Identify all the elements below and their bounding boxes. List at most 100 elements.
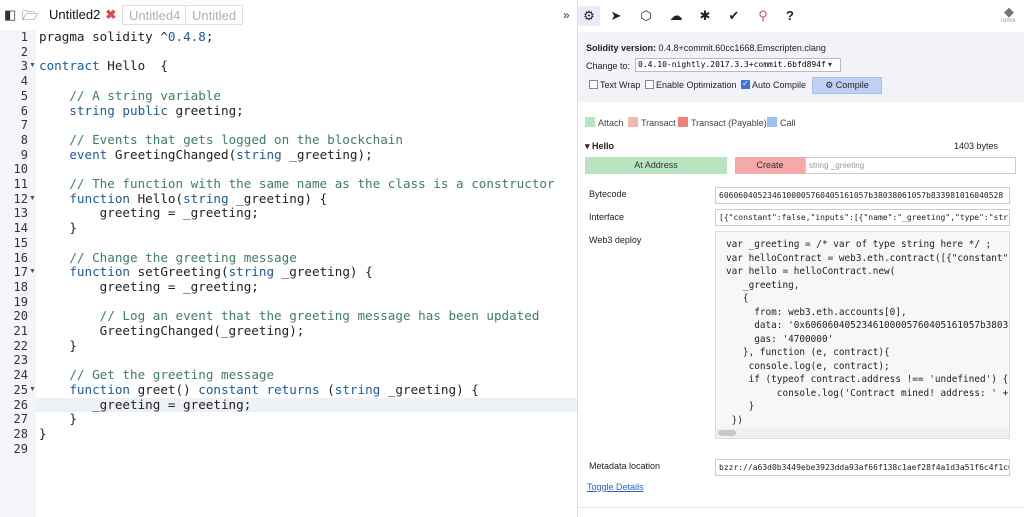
line-number: 25 (13, 382, 28, 397)
divider (578, 507, 1024, 508)
fold-arrow-icon[interactable]: ▼ (29, 192, 36, 207)
contract-size: 1403 bytes (954, 141, 999, 151)
at-address-button[interactable]: At Address (585, 157, 727, 174)
line-number: 4 (20, 74, 28, 89)
close-tab-icon[interactable]: ✖ (105, 7, 116, 22)
code-line: } (39, 411, 77, 427)
code-line: // A string variable (69, 87, 221, 103)
chevron-down-icon[interactable]: ▾ (828, 60, 832, 69)
change-to-label: Change to: (586, 61, 631, 71)
cube-icon[interactable]: ⬡ (635, 6, 657, 26)
transact-legend-swatch (628, 117, 638, 127)
code-line: contract Hello { (39, 58, 168, 74)
solidity-version: Solidity version: 0.4.8+commit.60cc1668.… (586, 43, 826, 53)
line-number: 12 (13, 191, 28, 206)
web3-line: }) (726, 414, 743, 426)
code-editor[interactable]: pragma solidity ^0.4.8; contract Hello {… (36, 29, 577, 517)
line-number-gutter: 1 2 3 ▼ 4 5 6 7 8 9 10 11 12 ▼ 13 14 15 … (0, 30, 36, 517)
compiler-version-select[interactable]: 0.4.10-nightly.2017.3.3+commit.6bfd894f (635, 58, 841, 72)
line-number: 7 (20, 118, 28, 133)
code-line: _greeting = greeting; (39, 396, 252, 412)
create-button[interactable]: Create (735, 157, 805, 174)
create-args-input[interactable]: string _greeting (805, 157, 1016, 174)
contract-header[interactable]: ▾ Hello (585, 141, 614, 152)
send-icon[interactable]: ➤ (605, 6, 627, 26)
auto-compile-checkbox[interactable] (741, 79, 750, 89)
code-line: function Hello(string _greeting) { (69, 190, 328, 206)
line-number: 11 (13, 177, 28, 191)
folder-icon[interactable]: 🗁 (22, 7, 38, 29)
line-number: 8 (20, 132, 28, 147)
fold-arrow-icon[interactable]: ▼ (29, 59, 36, 74)
line-number: 3 (20, 59, 28, 74)
web3-line: var helloContract = web3.eth.contract([{… (726, 252, 1010, 264)
line-number: 13 (13, 206, 28, 221)
web3-deploy-field[interactable]: var _greeting = /* var of type string he… (715, 231, 1010, 439)
interface-label: Interface (589, 212, 625, 222)
code-line: } (39, 425, 47, 441)
expand-panel-icon[interactable]: » (563, 8, 570, 22)
check-icon[interactable]: ✔ (723, 6, 745, 26)
scrollbar-thumb[interactable] (718, 430, 736, 436)
code-line: pragma solidity ^0.4.8; (39, 29, 214, 44)
web3-line: console.log(e, contract); (726, 360, 890, 372)
toggle-sidebar-icon[interactable]: ◧ (4, 7, 16, 23)
transact-payable-legend-label: Transact (Payable) (691, 118, 767, 128)
fold-arrow-icon[interactable]: ▼ (29, 383, 36, 398)
fold-arrow-icon[interactable]: ▼ (29, 265, 36, 280)
code-line: // The function with the same name as th… (69, 176, 555, 191)
tab-untitled4[interactable]: Untitled4 (122, 5, 188, 25)
web3-line: data: '0x6060604052346100005760405161057… (726, 320, 1010, 331)
call-legend-swatch (767, 117, 777, 127)
call-legend-label: Call (780, 118, 796, 128)
metadata-field[interactable]: bzzr://a63d0b3449ebe3923dda93af66f138c1a… (715, 459, 1010, 476)
tab-untitled[interactable]: Untitled (185, 5, 244, 25)
code-line: function setGreeting(string _greeting) { (69, 264, 373, 280)
help-icon[interactable]: ? (779, 6, 801, 26)
line-number: 16 (13, 250, 28, 265)
text-wrap-checkbox[interactable] (589, 80, 598, 89)
line-number: 26 (13, 397, 28, 412)
transact-payable-legend-swatch (678, 117, 688, 127)
horizontal-scrollbar[interactable] (716, 428, 1009, 438)
enable-optimization-checkbox[interactable] (645, 80, 654, 89)
tab-bar: ◧ 🗁 Untitled2 ✖ Untitled4 Untitled » (0, 0, 577, 30)
code-line: // Get the greeting message (69, 367, 275, 383)
panel-toolbar: ⚙ ➤ ⬡ ☁ ✱ ✔ ⚲ ? ◆ remix (578, 0, 1024, 32)
web3-line: { (726, 293, 749, 304)
line-number: 5 (20, 88, 28, 103)
bytecode-label: Bytecode (589, 189, 627, 199)
metadata-label: Metadata location (589, 461, 661, 471)
chevron-down-icon: ▾ (585, 141, 590, 151)
search-icon[interactable]: ⚲ (752, 6, 774, 26)
gear-icon[interactable]: ⚙ (578, 6, 600, 26)
web3-line: gas: '4700000' (726, 333, 834, 345)
bytecode-field[interactable]: 6060604052346100005760405161057b38038061… (715, 187, 1010, 204)
tab-untitled2[interactable]: Untitled2 ✖ (43, 5, 123, 25)
interface-field[interactable]: [{"constant":false,"inputs":[{"name":"_g… (715, 209, 1010, 226)
code-line: // Events that gets logged on the blockc… (69, 131, 403, 147)
web3-deploy-label: Web3 deploy (589, 235, 642, 245)
web3-line: _greeting, (726, 279, 800, 291)
line-number: 6 (20, 103, 28, 118)
version-value: 0.4.8+commit.60cc1668.Emscripten.clang (658, 43, 826, 53)
line-number: 2 (20, 44, 28, 59)
compile-button[interactable]: ⚙ Compile (812, 77, 882, 94)
bug-icon[interactable]: ✱ (694, 6, 716, 26)
web3-line: var hello = helloContract.new( (726, 266, 896, 277)
text-wrap-label: Text Wrap (600, 80, 641, 90)
web3-line: from: web3.eth.accounts[0], (726, 306, 907, 318)
attach-legend-label: Attach (598, 118, 624, 128)
code-line: // Log an event that the greeting messag… (99, 308, 540, 324)
line-number: 18 (13, 279, 28, 294)
cloud-upload-icon[interactable]: ☁ (665, 6, 687, 26)
toggle-details-link[interactable]: Toggle Details (587, 482, 644, 492)
line-number: 24 (13, 368, 28, 383)
line-number: 22 (13, 338, 28, 353)
line-number: 1 (20, 30, 28, 44)
line-number: 27 (13, 412, 28, 427)
web3-line: console.log('Contract mined! address: ' … (726, 387, 1010, 399)
code-line: event GreetingChanged(string _greeting); (69, 146, 373, 162)
line-number: 19 (13, 294, 28, 309)
auto-compile-label: Auto Compile (752, 80, 807, 90)
